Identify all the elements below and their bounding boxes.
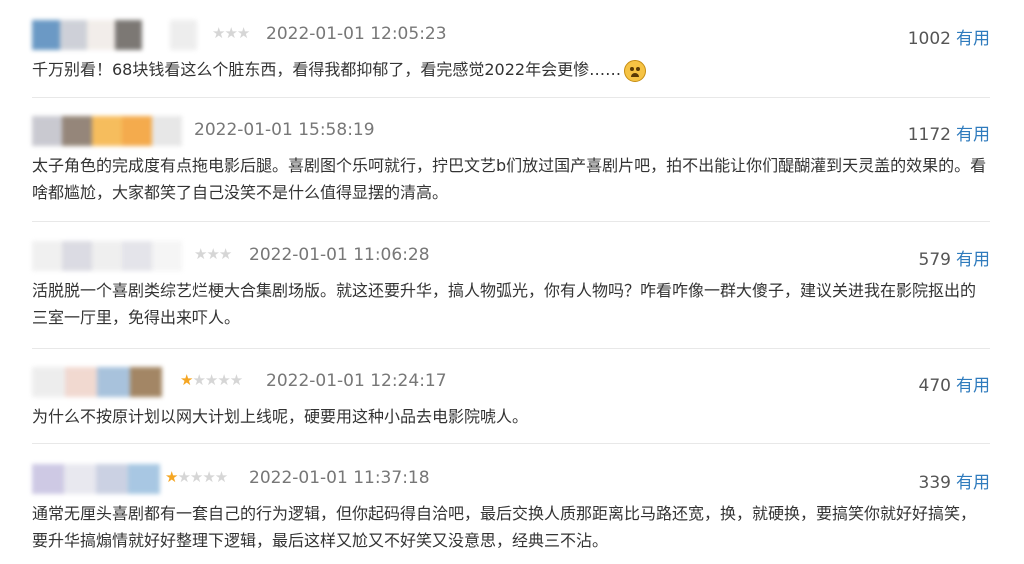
divider bbox=[32, 443, 990, 444]
vote-area: 1002 有用 bbox=[908, 24, 990, 49]
useful-button[interactable]: 有用 bbox=[956, 473, 990, 493]
comment-time: 2022-01-01 11:06:28 bbox=[249, 245, 430, 265]
useful-button[interactable]: 有用 bbox=[956, 250, 990, 270]
avatar[interactable] bbox=[32, 116, 182, 146]
comment-meta: 2022-01-01 15:58:19 1172 有用 bbox=[32, 116, 990, 146]
vote-count: 339 bbox=[918, 473, 951, 493]
comment-time: 2022-01-01 12:05:23 bbox=[266, 24, 447, 44]
vote-area: 339 有用 bbox=[919, 468, 990, 493]
rating-stars: ★★★ bbox=[212, 24, 250, 42]
comment-text-body: 千万别看！68块钱看这么个脏东西，看得我都抑郁了，看完感觉2022年会更惨…… bbox=[32, 60, 622, 79]
comment-text: 千万别看！68块钱看这么个脏东西，看得我都抑郁了，看完感觉2022年会更惨…… bbox=[32, 56, 990, 83]
vote-count: 579 bbox=[918, 250, 951, 270]
comment-meta: ★★★★★ 2022-01-01 11:37:18 339 有用 bbox=[32, 464, 990, 494]
comment-text: 活脱脱一个喜剧类综艺烂梗大合集剧场版。就这还要升华，搞人物弧光，你有人物吗？咋看… bbox=[32, 281, 977, 327]
comment-time: 2022-01-01 15:58:19 bbox=[194, 120, 375, 140]
comment-text: 通常无厘头喜剧都有一套自己的行为逻辑，但你起码得自洽吧，最后交换人质那距离比马路… bbox=[32, 504, 977, 550]
vote-area: 1172 有用 bbox=[908, 120, 990, 145]
divider bbox=[32, 97, 990, 98]
vote-count: 1172 bbox=[907, 125, 951, 145]
comment-item: 2022-01-01 15:58:19 1172 有用 太子角色的完成度有点拖电影… bbox=[32, 116, 990, 206]
comment-meta: ★★★ 2022-01-01 11:06:28 579 有用 bbox=[32, 241, 990, 271]
rating-stars: ★★★★★ bbox=[180, 371, 243, 389]
avatar[interactable] bbox=[32, 20, 197, 50]
divider bbox=[32, 348, 990, 349]
comment-item: ★★★ 2022-01-01 12:05:23 1002 有用 千万别看！68块钱… bbox=[32, 20, 990, 83]
comment-text: 为什么不按原计划以网大计划上线呢，硬要用这种小品去电影院唬人。 bbox=[32, 407, 529, 426]
useful-button[interactable]: 有用 bbox=[956, 125, 990, 145]
rating-stars: ★★★ bbox=[194, 245, 232, 263]
vote-area: 470 有用 bbox=[919, 371, 990, 396]
comment-item: ★★★★★ 2022-01-01 11:37:18 339 有用 通常无厘头喜剧都… bbox=[32, 464, 990, 554]
comment-time: 2022-01-01 12:24:17 bbox=[266, 371, 447, 391]
vote-count: 1002 bbox=[907, 29, 951, 49]
comment-text: 太子角色的完成度有点拖电影后腿。喜剧图个乐呵就行，拧巴文艺b们放过国产喜剧片吧，… bbox=[32, 156, 987, 202]
useful-button[interactable]: 有用 bbox=[956, 29, 990, 49]
useful-button[interactable]: 有用 bbox=[956, 376, 990, 396]
comment-time: 2022-01-01 11:37:18 bbox=[249, 468, 430, 488]
comment-item: ★★★ 2022-01-01 11:06:28 579 有用 活脱脱一个喜剧类综艺… bbox=[32, 241, 990, 331]
avatar[interactable] bbox=[32, 367, 162, 397]
comment-item: ★★★★★ 2022-01-01 12:24:17 470 有用 为什么不按原计划… bbox=[32, 367, 990, 430]
rating-stars: ★★★★★ bbox=[165, 468, 228, 486]
comment-meta: ★★★ 2022-01-01 12:05:23 1002 有用 bbox=[32, 20, 990, 50]
avatar[interactable] bbox=[32, 464, 160, 494]
vote-area: 579 有用 bbox=[919, 245, 990, 270]
comment-meta: ★★★★★ 2022-01-01 12:24:17 470 有用 bbox=[32, 367, 990, 397]
avatar[interactable] bbox=[32, 241, 182, 271]
divider bbox=[32, 221, 990, 222]
sad-face-icon bbox=[624, 59, 647, 82]
vote-count: 470 bbox=[918, 376, 951, 396]
